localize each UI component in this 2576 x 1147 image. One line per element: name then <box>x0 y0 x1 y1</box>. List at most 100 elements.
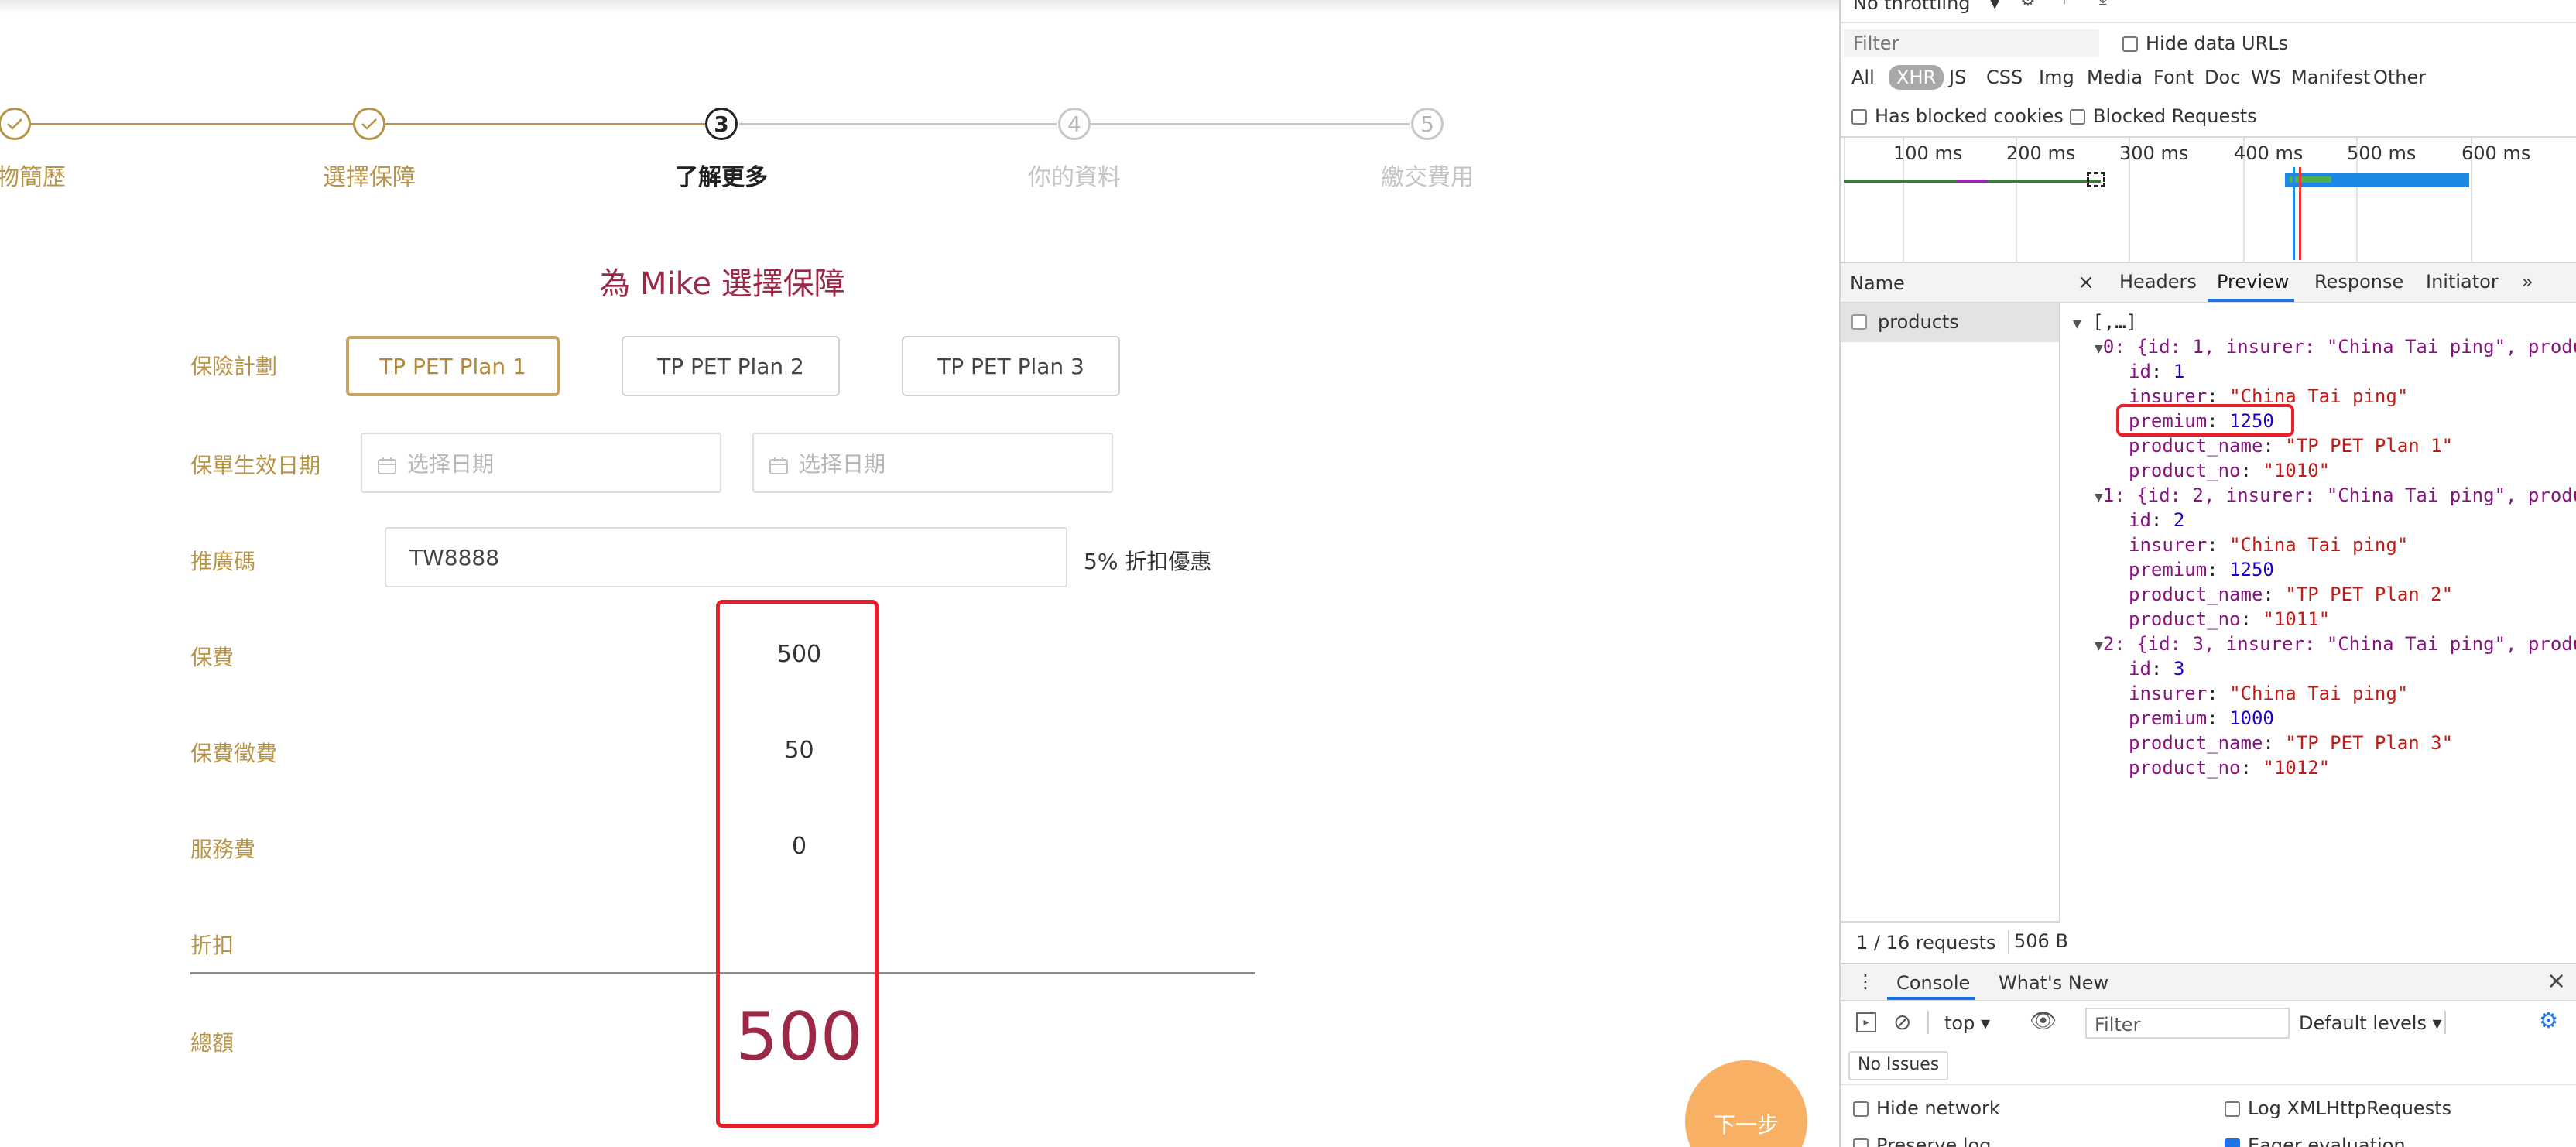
json-field: product_name: "TP PET Plan 3" <box>2129 732 2454 754</box>
close-detail-icon[interactable]: × <box>2078 271 2095 294</box>
tab-response[interactable]: Response <box>2314 271 2403 293</box>
annotation-highlight-box <box>716 600 879 1128</box>
json-field: product_no: "1012" <box>2129 757 2331 779</box>
context-select[interactable]: top ▾ <box>1944 1012 1990 1034</box>
blocked-requests-label: Blocked Requests <box>2093 105 2257 127</box>
filter-xhr[interactable]: XHR <box>1889 65 1944 90</box>
console-filter-input[interactable]: Filter <box>2085 1008 2290 1039</box>
tab-initiator[interactable]: Initiator <box>2426 271 2499 293</box>
network-settings-icon[interactable]: ⚙ <box>2020 0 2036 10</box>
hide-data-urls-label: Hide data URLs <box>2146 33 2289 54</box>
network-filter-input[interactable]: Filter <box>1844 29 2099 57</box>
tick-label: 100 ms <box>1893 142 1963 164</box>
file-icon <box>1852 314 1867 330</box>
tick-label: 500 ms <box>2347 142 2417 164</box>
throttling-select[interactable]: No throttling ▾ <box>1853 0 1999 14</box>
issues-button[interactable]: No Issues <box>1848 1051 1949 1080</box>
filter-css[interactable]: CSS <box>1986 67 2023 88</box>
promo-code-input[interactable] <box>385 527 1067 587</box>
filter-placeholder: Filter <box>1853 33 1899 54</box>
plan-3-button[interactable]: TP PET Plan 3 <box>902 336 1120 396</box>
json-item-summary[interactable]: ▼2: {id: 3, insurer: "China Tai ping", p… <box>2095 633 2576 655</box>
toolbar-separator <box>2444 1011 2446 1034</box>
calendar-icon <box>378 454 396 474</box>
blocked-requests-checkbox[interactable]: Blocked Requests <box>2070 105 2257 127</box>
json-item-summary[interactable]: ▼0: {id: 1, insurer: "China Tai ping", p… <box>2095 336 2576 358</box>
log-xhr-label: Log XMLHttpRequests <box>2248 1097 2452 1119</box>
step-5-number: 5 <box>1411 108 1444 140</box>
step-4-label: 你的資料 <box>1028 164 1121 191</box>
tab-headers[interactable]: Headers <box>2119 271 2197 293</box>
console-settings-icon[interactable]: ⚙ <box>2539 1008 2558 1033</box>
checkbox-box <box>1852 109 1867 125</box>
tick-label: 600 ms <box>2461 142 2531 164</box>
filter-img[interactable]: Img <box>2039 67 2074 88</box>
start-date-input[interactable]: 选择日期 <box>361 433 721 493</box>
step-2-label: 選擇保障 <box>323 164 416 191</box>
end-date-input[interactable]: 选择日期 <box>752 433 1113 493</box>
filter-all[interactable]: All <box>1852 67 1875 88</box>
expand-triangle-icon: ▼ <box>2095 638 2103 654</box>
premium-label: 保費 <box>190 645 235 670</box>
tab-preview[interactable]: Preview <box>2217 271 2289 293</box>
json-root-label: [,…] <box>2092 311 2138 333</box>
stepper-line-todo <box>739 123 1057 125</box>
console-settings-divider <box>1841 1084 2576 1085</box>
json-value: "China Tai ping" <box>2229 534 2409 556</box>
step-2-check-icon <box>353 108 385 140</box>
throttling-value: No throttling <box>1853 0 1971 14</box>
json-item-1-summary: 1: {id: 2, insurer: "China Tai ping", pr… <box>2102 484 2576 506</box>
next-step-button[interactable]: 下一步 <box>1685 1060 1807 1147</box>
eager-evaluation-checkbox[interactable]: Eager evaluation <box>2225 1135 2406 1147</box>
calendar-icon <box>769 454 788 474</box>
start-date-placeholder: 选择日期 <box>407 451 495 477</box>
more-tabs-icon[interactable]: » <box>2522 271 2533 293</box>
request-list <box>1841 263 2060 963</box>
tab-console[interactable]: Console <box>1896 972 1970 994</box>
plan-1-button[interactable]: TP PET Plan 1 <box>346 336 560 396</box>
json-value: "TP PET Plan 2" <box>2285 584 2454 605</box>
export-har-icon[interactable]: ⤓ <box>2099 0 2107 9</box>
json-field: premium: 1000 <box>2129 707 2274 729</box>
plan-label: 保險計劃 <box>190 354 278 379</box>
timeline-bar <box>2290 176 2331 183</box>
json-field: id: 1 <box>2129 361 2185 382</box>
hide-data-urls-checkbox[interactable]: Hide data URLs <box>2122 33 2288 54</box>
has-blocked-cookies-checkbox[interactable]: Has blocked cookies <box>1852 105 2064 127</box>
request-count: 1 / 16 requests <box>1856 932 1996 954</box>
request-row[interactable]: products <box>1841 303 2059 342</box>
filter-ws[interactable]: WS <box>2251 67 2281 88</box>
tab-console-underline <box>1887 997 1975 1000</box>
checkbox-box <box>2225 1101 2240 1117</box>
tab-preview-underline <box>2208 299 2294 302</box>
clear-console-icon[interactable]: ⊘ <box>1893 1009 1911 1035</box>
preserve-log-checkbox[interactable]: Preserve log <box>1853 1135 1991 1147</box>
checkbox-box <box>1853 1138 1869 1147</box>
json-value: "1012" <box>2263 757 2331 779</box>
hide-network-checkbox[interactable]: Hide network <box>1853 1097 2000 1119</box>
log-levels-select[interactable]: Default levels ▾ <box>2299 1012 2442 1034</box>
json-value: 1250 <box>2229 559 2274 580</box>
live-expression-eye-icon[interactable]: 👁 <box>2030 1008 2057 1033</box>
log-xhr-checkbox[interactable]: Log XMLHttpRequests <box>2225 1097 2451 1119</box>
filter-other[interactable]: Other <box>2373 67 2426 88</box>
filter-doc[interactable]: Doc <box>2204 67 2240 88</box>
tab-whats-new[interactable]: What's New <box>1999 972 2108 994</box>
close-drawer-icon[interactable]: × <box>2547 967 2566 995</box>
import-har-icon[interactable]: ⤒ <box>2060 0 2068 9</box>
filter-manifest[interactable]: Manifest <box>2291 67 2370 88</box>
promo-discount-note: 5% 折扣優惠 <box>1084 549 1212 574</box>
filter-font[interactable]: Font <box>2153 67 2194 88</box>
json-item-summary[interactable]: ▼1: {id: 2, insurer: "China Tai ping", p… <box>2095 484 2576 506</box>
checkbox-box-checked <box>2225 1138 2240 1147</box>
plan-2-button[interactable]: TP PET Plan 2 <box>622 336 840 396</box>
promo-label: 推廣碼 <box>190 549 256 574</box>
preserve-log-label: Preserve log <box>1876 1135 1992 1147</box>
service-fee-label: 服務費 <box>190 837 256 862</box>
drawer-menu-icon[interactable]: ⋮ <box>1856 971 1875 992</box>
sidebar-toggle-icon[interactable]: ▸ <box>1856 1012 1876 1032</box>
filter-media[interactable]: Media <box>2087 67 2143 88</box>
step-3-label: 了解更多 <box>675 164 768 191</box>
json-root[interactable]: ▼ [,…] <box>2073 311 2137 333</box>
filter-js[interactable]: JS <box>1949 67 1966 88</box>
